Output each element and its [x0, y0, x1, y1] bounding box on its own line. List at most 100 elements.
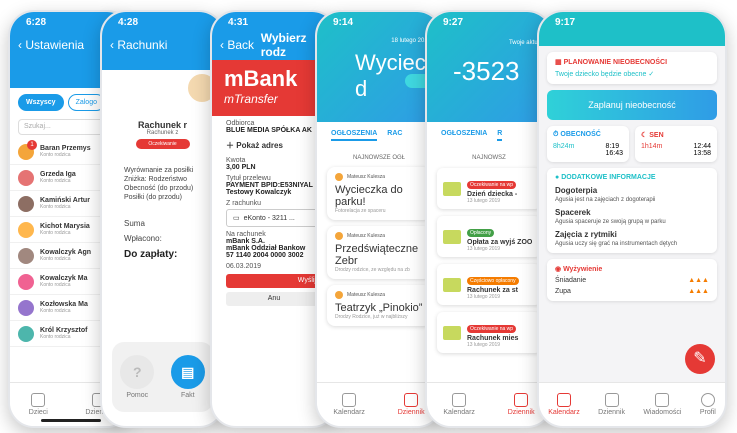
planner-status: Twoje dziecko będzie obecne ✓ — [555, 71, 655, 78]
tab-journal[interactable]: Dziennik — [508, 393, 535, 416]
invoice-button[interactable]: ▤ Fakt — [170, 355, 205, 399]
tab-announcements[interactable]: OGŁOSZENIA — [441, 130, 487, 141]
bill-title: Rachunek mies — [467, 335, 519, 342]
home-icon — [342, 393, 357, 407]
brand-name: mBank — [224, 66, 298, 91]
info-item-title: Zajęcia z rytmiki — [555, 230, 617, 239]
edit-fab[interactable]: ✎ — [685, 344, 715, 374]
money-icon — [443, 229, 461, 244]
tab-label: Kalendarz — [443, 409, 475, 416]
account-select[interactable]: ▭ eKonto - 3211 ... — [226, 209, 322, 227]
tab-profile[interactable]: Profil — [700, 393, 716, 416]
tab-journal[interactable]: Dziennik — [598, 393, 625, 416]
child-name: Baran Przemys — [40, 145, 91, 152]
presence-values: 8h24m 8:19 16:43 — [553, 143, 623, 157]
tab-strip: OGŁOSZENIA RAC — [317, 122, 441, 149]
header-teal: 9:17 — [539, 12, 725, 46]
bill-date: 13 lutego 2019 — [467, 294, 501, 300]
sleep-in: 12:44 — [693, 143, 711, 150]
paid-label: Wpłacono: — [124, 234, 162, 243]
bill-date: 13 lutego 2019 — [467, 198, 501, 204]
bill-row: Posiłki (do przodu) — [124, 194, 182, 201]
meal-name: Zupa — [555, 288, 571, 295]
tab-children[interactable]: Dzieci — [29, 393, 48, 416]
money-icon — [443, 181, 461, 196]
tab-bills[interactable]: RAC — [387, 130, 402, 141]
avatar — [18, 169, 34, 186]
tab-calendar[interactable]: Kalendarz — [443, 393, 475, 416]
bill-date: 13 lutego 2019 — [467, 246, 501, 252]
sleep-title: SEN — [649, 132, 664, 139]
post-author: Mateusz Kulesza — [335, 291, 423, 299]
bill-item[interactable]: Częściowo opłacony Rachunek za st 13 luteg… — [437, 264, 541, 305]
presence-total: 8h24m — [553, 143, 575, 150]
plan-absence-button[interactable]: Zaplanuj nieobecność — [547, 90, 717, 120]
phone-bill-detail: 4:28 ‹ Rachunki Rachunek r Rachunek z Oc… — [100, 10, 225, 428]
tab-label: Dziennik — [507, 409, 535, 416]
carrot-icon: ▲▲▲ — [688, 277, 709, 284]
tab-label: Profil — [699, 409, 716, 416]
post-card[interactable]: Mateusz Kulesza Wycieczka do parku! Fotore… — [327, 167, 431, 220]
show-address-label: Pokaż adres — [236, 141, 283, 150]
bill-row: Wyrównanie za posiłki — [124, 167, 194, 174]
post-meta: Drodzy Rodzice, już w najbliższy — [335, 314, 408, 320]
back-button[interactable]: ‹ Back — [220, 38, 254, 52]
child-sub: Konto rodzica — [40, 256, 71, 262]
post-title: Teatrzyk „Pinokio” — [335, 302, 423, 314]
help-button[interactable]: ? Pomoc — [120, 355, 155, 399]
back-button[interactable]: ‹ Rachunki — [102, 32, 223, 58]
info-item-desc: Agusia jest na zajęciach z dogoterapii — [555, 197, 656, 203]
post-card[interactable]: Mateusz Kulesza Teatrzyk „Pinokio” Drodzy … — [327, 285, 431, 326]
back-label: Ustawienia — [25, 38, 85, 52]
bill-item[interactable]: Oczekiwanie na wp Rachunek mies 13 lutego … — [437, 312, 541, 353]
presence-in: 8:19 — [605, 143, 620, 150]
bill-item[interactable]: Oczekiwanie na wp Dzień dziecka -13 luteg… — [437, 168, 541, 209]
tab-announcements[interactable]: OGŁOSZENIA — [331, 130, 378, 141]
post-card[interactable]: Mateusz Kulesza Przedświąteczne Zebr Drodz… — [327, 226, 431, 279]
bill-item[interactable]: Opłacony Opłata za wyjś ZOO 13 lutego 2019 — [437, 216, 541, 257]
tab-messages[interactable]: Wiadomości — [643, 393, 681, 416]
bill-title: Rachunek za st — [467, 287, 518, 294]
tab-bar: Kalendarz Dziennik — [317, 382, 441, 426]
back-label: Rachunki — [117, 38, 168, 52]
post-author: Mateusz Kulesza — [335, 173, 423, 181]
cancel-button[interactable]: Anu — [226, 292, 322, 306]
child-sub: Konto rodzica — [40, 282, 71, 288]
due-label: Do zapłaty: — [124, 249, 178, 260]
tab-journal[interactable]: Dziennik — [398, 393, 425, 416]
post-title: Wycieczka do parku! — [335, 184, 403, 208]
home-indicator — [40, 419, 101, 422]
money-icon — [443, 325, 461, 340]
document-icon: ▤ — [170, 355, 205, 389]
author-name: Mateusz Kulesza — [347, 174, 386, 180]
sleep-out: 13:58 — [693, 150, 711, 157]
back-label: Back — [227, 38, 255, 52]
post-title: Przedświąteczne Zebr — [335, 243, 419, 267]
account-icon: ▭ — [233, 215, 240, 222]
notification-badge: 1 — [27, 140, 37, 150]
stats-row: ⏱ OBECNOŚĆ 8h24m 8:19 16:43 ☾ SEN 1h14m 12:… — [547, 126, 717, 162]
avatar — [18, 299, 34, 316]
info-item-title: Spacerek — [555, 208, 591, 217]
show-address-button[interactable]: ＋ Pokaż adres — [226, 140, 322, 151]
info-item-desc: Agusia spaceruje ze swoją grupą w parku — [555, 219, 666, 225]
money-icon — [443, 277, 461, 292]
tab-bar: Kalendarz Dziennik Wiadomości Profil — [539, 382, 725, 426]
tab-label: Kalendarz — [333, 409, 365, 416]
calendar-icon — [514, 393, 529, 407]
carrot-icon: ▲▲▲ — [688, 288, 709, 295]
action-panel: ? Pomoc ▤ Fakt — [112, 342, 213, 412]
user-icon — [700, 393, 715, 407]
status-time: 9:27 — [443, 16, 464, 28]
chip-all[interactable]: Wszyscy — [18, 94, 64, 111]
meal-row: Śniadanie ▲▲▲ — [555, 277, 709, 284]
post-author: Mateusz Kulesza — [335, 232, 423, 240]
send-button[interactable]: Wyślij — [226, 274, 322, 288]
status-time: 9:17 — [555, 16, 576, 28]
tab-bills[interactable]: R — [497, 130, 503, 141]
presence-times: 8:19 16:43 — [605, 143, 623, 157]
author-avatar — [335, 232, 343, 240]
tab-calendar[interactable]: Kalendarz — [333, 393, 365, 416]
post-meta: Fotorelacja ze spaceru — [335, 208, 386, 214]
tab-calendar[interactable]: Kalendarz — [548, 393, 580, 416]
